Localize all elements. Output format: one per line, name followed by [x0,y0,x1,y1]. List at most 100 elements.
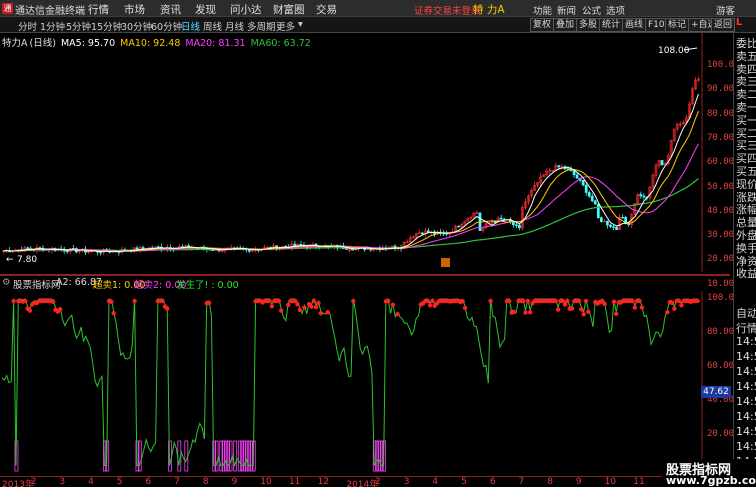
overbought-signal-dot [309,304,314,309]
period-1min[interactable]: 1分钟 [40,19,65,33]
panel-l-marker[interactable]: L [733,17,745,33]
candle-body [615,226,618,230]
date-tick: 10 [260,477,272,487]
menu-faxian[interactable]: 发现 [195,2,216,17]
overbought-signal-dot [695,298,700,304]
tick-time: 14:5 [736,425,756,438]
candle-body [584,184,588,193]
period-multi[interactable]: 多周期 [247,19,276,33]
period-monthly[interactable]: 月线 [225,19,244,33]
overbought-signal-dot [276,298,282,304]
gear-icon[interactable]: ⚙ [2,277,11,288]
date-tick: 4 [432,477,439,487]
candle-body [65,250,69,253]
menu-xuanxiang[interactable]: 选项 [606,3,625,17]
candle-body [99,251,102,254]
diejia-button[interactable]: 叠加 [553,18,578,32]
price-tick: 80.00 [707,108,735,119]
guest-user[interactable]: 游客 [716,3,735,17]
overbought-signal-dot [427,303,433,308]
period-5min[interactable]: 5分钟 [66,19,91,33]
candle-body [499,217,503,220]
indicator-chart[interactable] [0,291,703,476]
menu-shichang[interactable]: 市场 [124,2,145,17]
overbought-signal-dot [665,310,670,315]
period-weekly[interactable]: 周线 [203,19,222,33]
tick-time: 14:5 [736,395,756,408]
period-30min[interactable]: 30分钟 [121,19,152,33]
price-tick: 60.00 [707,157,735,168]
indicator-name: 股票指标网 [13,280,61,291]
tongji-button[interactable]: 统计 [599,18,624,32]
date-tick: 8 [202,477,209,487]
candle-body [603,220,606,223]
candle-body [600,217,603,222]
date-tick: 2 [30,477,37,487]
chevron-down-icon[interactable]: ▾ [298,19,303,30]
date-tick: 4 [88,477,94,487]
menu-zixun[interactable]: 资讯 [160,2,181,17]
date-tick: 9 [231,477,238,487]
candle-body [26,247,30,250]
period-label: (日线) [29,38,56,49]
period-fenshi[interactable]: 分时 [18,19,37,33]
candle-body [596,203,600,219]
quote-field-label: 收益 [736,267,756,281]
tick-time: 14:5 [736,335,756,348]
period-daily[interactable]: 日线 [181,19,200,33]
date-tick: 3 [59,477,66,487]
period-60min[interactable]: 60分钟 [151,19,182,33]
ma60-line [3,178,699,252]
price-tick: 40.00 [707,205,735,216]
overbought-signal-dot [669,300,675,306]
candle-body [609,224,612,227]
ma10-value: MA10: 92.48 [120,38,181,49]
menu-caifuquan[interactable]: 财富圈 [273,2,305,17]
price-tick: 70.00 [707,132,735,143]
menu-jiaoyi[interactable]: 交易 [316,2,337,17]
overbought-signal-dot [672,306,677,311]
menu-hangqing[interactable]: 行情 [88,2,109,17]
date-tick: 5 [116,477,123,487]
quote-panel: 委比 卖五 卖四 卖三 卖二 卖一 买一 买二 买三 买四 买五 现价 涨跌 涨幅 总量 外盘 换手 净资 收益 自动… [733,33,756,487]
date-tick: 2013年 [2,480,34,487]
overbought-signal-dot [430,298,435,304]
candle-body [518,224,521,229]
candle-body [572,170,576,176]
biaoji-button[interactable]: 标记 [665,18,690,32]
overbought-signal-dot [313,304,319,310]
candle-body [639,194,643,197]
overbought-signal-dot [565,298,570,304]
candle-body [590,195,594,202]
indicator-tick: 20.00 [707,429,735,439]
overbought-signal-dot [206,300,212,306]
date-tick: 11 [633,477,645,487]
price-tick: 100.0 [707,60,735,70]
overbought-signal-dot [325,310,330,315]
overbought-signal-dot [23,298,28,304]
overbought-signal-dot [269,304,275,309]
candle-body [493,221,497,223]
back-button[interactable]: 返回 [711,18,736,32]
huaxian-button[interactable]: 画线 [622,18,647,32]
duogu-button[interactable]: 多股 [576,18,601,32]
candlestick-chart[interactable]: 108.00 ← 7.80 [0,32,703,272]
menu-gongshi[interactable]: 公式 [582,3,601,17]
fuquan-button[interactable]: 复权 [530,18,555,32]
chart-separator[interactable] [0,274,730,276]
oversold-signal-bar [233,440,238,472]
period-more[interactable]: 更多 [276,19,295,33]
ma5-value: MA5: 95.70 [60,38,116,49]
date-tick: 7 [518,477,525,487]
tick-header-label: 行情 [736,322,756,335]
period-15min[interactable]: 15分钟 [91,19,122,33]
overbought-signal-dot [425,298,430,304]
overbought-signal-dot [488,298,493,304]
period-toolbar: 分时 1分钟 5分钟 15分钟 30分钟 60分钟 日线 周线 月线 多周期 更… [0,17,756,33]
menu-xinwen[interactable]: 新闻 [557,3,576,17]
overbought-signal-dot [111,310,116,316]
overbought-signal-dot [569,306,575,311]
menu-gongneng[interactable]: 功能 [533,3,552,17]
candle-body [457,225,461,228]
menu-wenxiaoda[interactable]: 问小达 [230,2,262,17]
